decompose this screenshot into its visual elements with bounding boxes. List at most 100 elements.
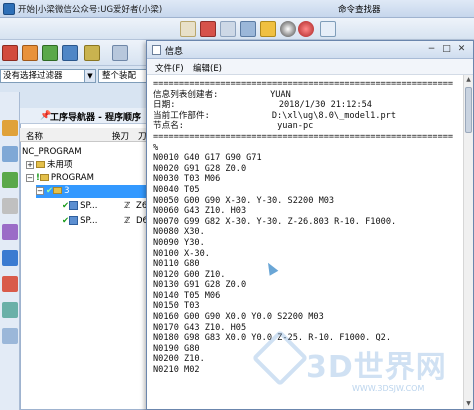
check-icon: ✔ (62, 216, 70, 226)
information-line: N0120 G00 Z10. (153, 269, 226, 280)
information-line: N0180 G98 G83 X0.0 Y0.0 Z-25. R-10. F100… (153, 333, 391, 344)
expand-icon[interactable]: + (26, 160, 34, 169)
information-line: N0160 G00 G90 X0.0 Y0.0 S2200 M03 (153, 312, 324, 323)
peck-drill-icon (69, 216, 79, 225)
tool-postprocess-icon[interactable] (112, 45, 128, 61)
tool-orange-icon[interactable] (22, 45, 38, 61)
information-line: N0010 G40 G17 G90 G71 (153, 153, 262, 164)
folder-icon (39, 174, 49, 181)
scrollbar-thumb[interactable] (465, 87, 472, 133)
information-line: % (153, 142, 159, 153)
information-line: ========================================… (153, 131, 453, 142)
tool-change-icon: ℤ (124, 216, 131, 226)
information-line: N0050 G00 G90 X-30. Y-30. S2200 M03 (153, 195, 335, 206)
check-icon: ✔ (62, 201, 70, 211)
tree-row-unused[interactable]: + 未用项 (26, 159, 73, 172)
information-line: N0070 G99 G82 X-30. Y-30. Z-26.803 R-10.… (153, 216, 397, 227)
tree-row-operation-1[interactable]: ✔ SP... ℤ Z6 (62, 200, 148, 213)
tree-row-operation-2[interactable]: ✔ SP... ℤ D6 (62, 215, 148, 228)
information-line: N0090 Y30. (153, 237, 205, 248)
system-materials-icon[interactable] (2, 328, 18, 344)
information-line: N0100 X-30. (153, 248, 210, 259)
assembly-scope-select[interactable]: 整个装配 (98, 69, 150, 83)
snap-icon[interactable] (200, 21, 216, 37)
information-titlebar[interactable]: 信息 − □ ✕ (147, 41, 473, 59)
column-tool-change[interactable]: 换刀 (112, 130, 129, 142)
information-window: 信息 − □ ✕ 文件(F) 编辑(E) ===================… (146, 40, 474, 410)
information-title: 信息 (165, 47, 184, 57)
chevron-down-icon[interactable]: ▼ (84, 70, 95, 82)
app-titlebar: 开始|小梁微信公众号:UG爱好者(小梁) 命令查找器 (0, 0, 474, 18)
selection-filter-bar: 没有选择过滤器 ▼ 整个装配 (0, 68, 150, 84)
information-line: N0170 G43 Z10. H05 (153, 322, 247, 333)
tree-row-group-3[interactable]: − ✔ 3 (36, 185, 148, 198)
tree-row-nc-program[interactable]: NC_PROGRAM (22, 146, 82, 159)
folder-icon (36, 161, 45, 168)
window-controls: − □ ✕ (425, 43, 469, 57)
information-line: N0140 T05 M06 (153, 290, 221, 301)
roles-icon[interactable] (2, 302, 18, 318)
web-browser-icon[interactable] (2, 250, 18, 266)
palette-icon[interactable] (2, 276, 18, 292)
tree-row-label: SP... (80, 216, 98, 226)
information-line: N0060 G43 Z10. H03 (153, 206, 247, 217)
information-line: ========================================… (153, 79, 453, 89)
menu-edit[interactable]: 编辑(E) (193, 62, 222, 74)
tool-generate-icon[interactable] (84, 45, 100, 61)
scroll-up-icon[interactable]: ▲ (464, 75, 473, 85)
tree-row-label: PROGRAM (50, 173, 94, 183)
information-line: N0020 G91 G28 Z0.0 (153, 163, 247, 174)
app-title: 开始|小梁微信公众号:UG爱好者(小梁) (18, 5, 163, 15)
view-icon[interactable] (240, 21, 256, 37)
tree-row-label: NC_PROGRAM (22, 147, 82, 157)
information-line: N0210 M02 (153, 365, 200, 376)
information-line: 日期: 2018/1/30 21:12:54 (153, 100, 372, 111)
tool-green-icon[interactable] (42, 45, 58, 61)
scroll-down-icon[interactable]: ▼ (464, 399, 473, 409)
information-line: 节点名: yuan-pc (153, 121, 314, 132)
information-line: 当前工作部件: D:\xl\ug\8.0\_model1.prt (153, 110, 396, 121)
history-icon[interactable] (2, 224, 18, 240)
sphere-red-icon[interactable] (298, 21, 314, 37)
tree-row-label: SP... (80, 201, 98, 211)
app-icon (3, 3, 15, 15)
information-line: N0150 T03 (153, 301, 200, 312)
minimize-icon[interactable]: − (425, 43, 438, 56)
navigator-title: 工序导航器 - 程序顺序 (50, 113, 142, 123)
machine-tool-navigator-icon[interactable] (2, 198, 18, 214)
menu-file[interactable]: 文件(F) (155, 62, 184, 74)
information-line: N0190 G80 (153, 343, 200, 354)
command-finder[interactable]: 命令查找器 (338, 3, 381, 15)
part-navigator-icon[interactable] (2, 120, 18, 136)
information-line: N0080 X30. (153, 227, 205, 238)
information-line: N0130 G91 G28 Z0.0 (153, 280, 247, 291)
maximize-icon[interactable]: □ (440, 43, 453, 56)
check-icon: ✔ (46, 186, 54, 196)
information-text[interactable]: ========================================… (153, 79, 453, 407)
quick-access-toolbar (0, 18, 474, 40)
tree-row-label: 3 (64, 186, 70, 196)
column-name[interactable]: 名称 (26, 130, 43, 142)
resource-bar (0, 92, 20, 410)
operation-navigator-icon[interactable] (2, 172, 18, 188)
grid-icon[interactable] (220, 21, 236, 37)
assembly-navigator-icon[interactable] (2, 146, 18, 162)
refresh-icon[interactable] (320, 21, 336, 37)
vertical-scrollbar[interactable]: ▲ ▼ (463, 75, 473, 409)
tool-blue-icon[interactable] (62, 45, 78, 61)
tool-red-icon[interactable] (2, 45, 18, 61)
folder-icon (53, 187, 63, 194)
close-icon[interactable]: ✕ (455, 43, 468, 56)
collapse-icon[interactable]: − (36, 186, 44, 195)
collapse-icon[interactable]: − (26, 173, 34, 182)
information-line: N0040 T05 (153, 184, 200, 195)
sphere-icon[interactable] (280, 21, 296, 37)
tree-row-program[interactable]: −! PROGRAM (26, 172, 94, 185)
information-line: N0030 T03 M06 (153, 174, 221, 185)
navigator-header: 📌 工序导航器 - 程序顺序 (20, 108, 150, 124)
render-icon[interactable] (260, 21, 276, 37)
type-filter-select[interactable]: 没有选择过滤器 ▼ (0, 69, 96, 83)
undo-icon[interactable] (180, 21, 196, 37)
navigator-column-headers: 名称 换刀 刀 (20, 128, 150, 142)
spot-drill-icon (69, 201, 79, 210)
